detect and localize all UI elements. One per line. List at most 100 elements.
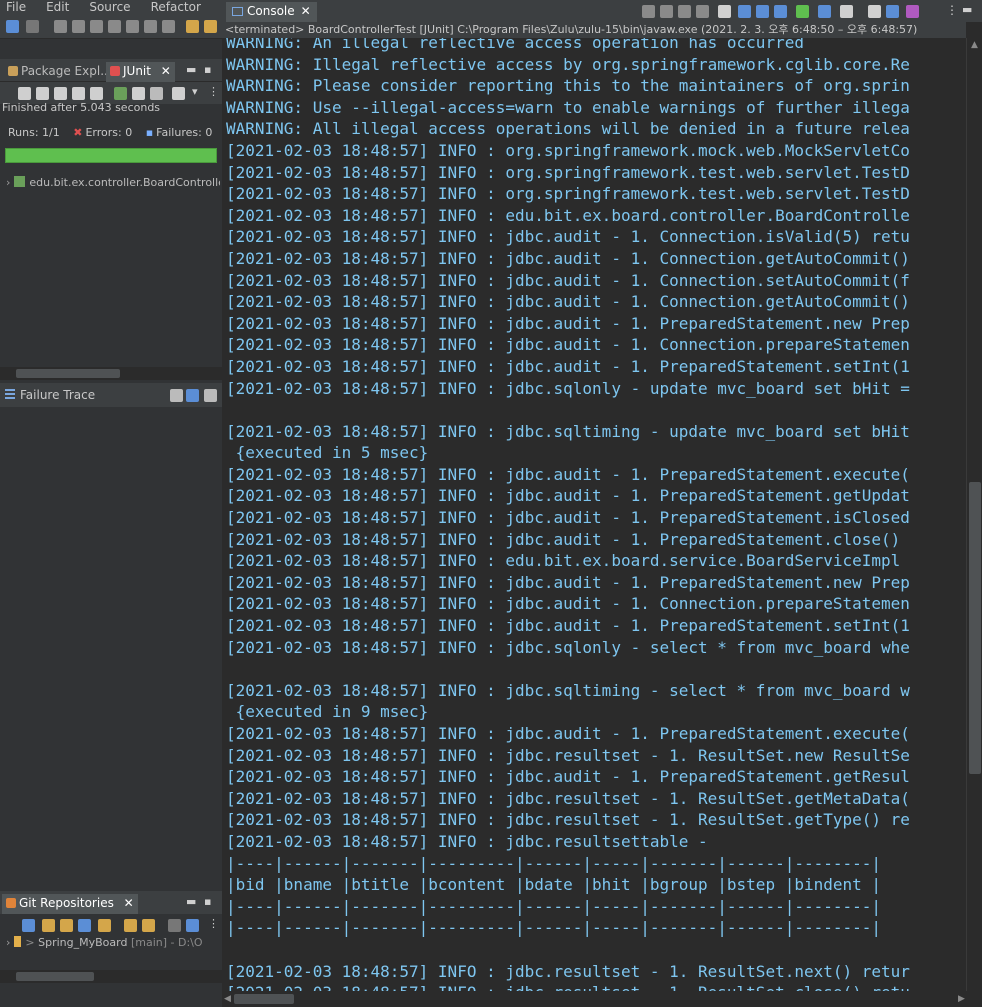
pin-console-icon[interactable] (642, 5, 655, 18)
link-with-editor-icon[interactable] (124, 919, 137, 932)
git-tree-scrollbar[interactable] (0, 970, 222, 983)
console-pin-icon[interactable] (868, 5, 881, 18)
menu-refactor[interactable]: Refactor (151, 0, 201, 15)
word-wrap-icon[interactable] (756, 5, 769, 18)
console-line: [2021-02-03 18:48:57] INFO : jdbc.audit … (226, 767, 910, 787)
chevron-right-icon[interactable]: › (6, 176, 10, 189)
next-failure-icon[interactable] (18, 87, 31, 100)
minimize-icon[interactable]: ▬ (962, 3, 972, 16)
maximize-icon[interactable]: ▪ (204, 63, 211, 76)
show-on-output-icon[interactable] (774, 5, 787, 18)
rerun-test-icon[interactable] (114, 87, 127, 100)
tab-junit[interactable]: JUnit ✕ (106, 62, 175, 82)
view-menu-icon[interactable]: ⋮ (946, 3, 958, 17)
maximize-icon[interactable]: ▪ (204, 895, 211, 908)
failure-trace-header: Failure Trace (0, 383, 222, 407)
stop-icon[interactable] (150, 87, 163, 100)
scroll-left-icon[interactable]: ◀ (224, 994, 231, 1004)
errors-value: 0 (125, 126, 133, 139)
remove-all-terminated-icon[interactable] (696, 5, 709, 18)
test-tree-scrollbar[interactable] (0, 367, 222, 380)
tab-git-label: Git Repositories (19, 896, 114, 910)
debug-icon[interactable] (54, 20, 67, 33)
external-tools-icon[interactable] (186, 20, 199, 33)
bookmark-icon[interactable] (886, 5, 899, 18)
previous-failure-icon[interactable] (36, 87, 49, 100)
filter-icon[interactable] (168, 919, 181, 932)
terminate-icon[interactable] (660, 5, 673, 18)
clear-console-icon[interactable] (718, 5, 731, 18)
rerun-failed-first-icon[interactable] (132, 87, 145, 100)
close-icon[interactable]: ✕ (301, 4, 311, 18)
new-icon[interactable] (6, 20, 19, 33)
console-line: [2021-02-03 18:48:57] INFO : org.springf… (226, 162, 910, 182)
console-line: [2021-02-03 18:48:57] INFO : jdbc.result… (226, 788, 910, 808)
compare-result-icon[interactable] (170, 389, 183, 402)
console-line: [2021-02-03 18:48:57] INFO : jdbc.result… (226, 810, 910, 830)
console-vertical-scrollbar[interactable]: ▲ (966, 38, 982, 991)
scroll-up-icon[interactable]: ▲ (971, 40, 978, 50)
test-tree: › edu.bit.ex.controller.BoardControllerTe… (0, 170, 222, 370)
tab-console[interactable]: Console ✕ (226, 2, 317, 22)
left-panel: Package Expl... JUnit ✕ ▬ ▪ ▾ ⋮ Finished… (0, 39, 222, 1007)
open-console-icon[interactable] (796, 5, 809, 18)
switch-icon[interactable] (186, 919, 199, 932)
minimize-icon[interactable]: ▬ (186, 63, 196, 76)
menu-file[interactable]: File (6, 0, 26, 15)
add-repository-icon[interactable] (42, 919, 55, 932)
close-icon[interactable]: ✕ (161, 64, 171, 78)
suspend-icon[interactable] (72, 20, 85, 33)
scrollbar-thumb[interactable] (234, 994, 294, 1004)
remove-launch-icon[interactable] (678, 5, 691, 18)
console-line: [2021-02-03 18:48:57] INFO : jdbc.audit … (226, 724, 910, 743)
menu-edit[interactable]: Edit (46, 0, 69, 15)
display-console-icon[interactable] (818, 5, 831, 18)
collapse-all-icon[interactable] (22, 919, 35, 932)
scrollbar-thumb[interactable] (969, 482, 981, 774)
scroll-lock-icon[interactable] (72, 87, 85, 100)
step-over-icon[interactable] (144, 20, 157, 33)
menu-source[interactable]: Source (89, 0, 130, 15)
scroll-lock-icon[interactable] (738, 5, 751, 18)
copy-trace-icon[interactable] (204, 389, 217, 402)
scrollbar-thumb[interactable] (16, 972, 94, 981)
tab-git-repositories[interactable]: Git Repositories ✕ (2, 894, 138, 914)
console-line: WARNING: Please consider reporting this … (226, 76, 910, 96)
refresh-icon[interactable] (142, 919, 155, 932)
chevron-down-icon[interactable]: ▾ (192, 85, 198, 98)
main-toolbar (0, 15, 222, 39)
minimize-icon[interactable]: ▬ (186, 895, 196, 908)
terminate-icon[interactable] (90, 20, 103, 33)
scroll-right-icon[interactable]: ▶ (958, 994, 965, 1004)
console-horizontal-scrollbar[interactable]: ◀ ▶ (222, 991, 982, 1007)
show-skipped-icon[interactable] (90, 87, 103, 100)
disconnect-icon[interactable] (108, 20, 121, 33)
test-run-history-icon[interactable] (172, 87, 185, 100)
repo-name: Spring_MyBoard (38, 936, 128, 949)
step-return-icon[interactable] (162, 20, 175, 33)
git-repository-item[interactable]: › > Spring_MyBoard [main] - D:\O (6, 936, 220, 949)
debug-view-icon[interactable] (906, 5, 919, 18)
chevron-right-icon[interactable]: › (6, 936, 10, 949)
console-line: WARNING: Use --illegal-access=warn to en… (226, 97, 910, 117)
run-icon[interactable] (204, 20, 217, 33)
show-failures-only-icon[interactable] (54, 87, 67, 100)
new-console-icon[interactable] (840, 5, 853, 18)
console-line: [2021-02-03 18:48:57] INFO : jdbc.audit … (226, 227, 910, 247)
tree-item-test-suite[interactable]: › edu.bit.ex.controller.BoardControllerTe… (6, 176, 220, 189)
console-line: [2021-02-03 18:48:57] INFO : jdbc.result… (226, 982, 910, 991)
console-output[interactable]: WARNING: An illegal reflective access op… (222, 38, 966, 991)
view-menu-icon[interactable]: ⋮ (208, 85, 219, 98)
create-repository-icon[interactable] (78, 919, 91, 932)
filter-stack-icon[interactable] (186, 389, 199, 402)
close-icon[interactable]: ✕ (124, 896, 134, 910)
clone-repository-icon[interactable] (60, 919, 73, 932)
new-repository-icon[interactable] (98, 919, 111, 932)
save-icon[interactable] (26, 20, 39, 33)
view-menu-icon[interactable]: ⋮ (208, 917, 219, 930)
scrollbar-thumb[interactable] (16, 369, 120, 378)
tab-package-explorer[interactable]: Package Expl... (4, 62, 116, 82)
step-into-icon[interactable] (126, 20, 139, 33)
